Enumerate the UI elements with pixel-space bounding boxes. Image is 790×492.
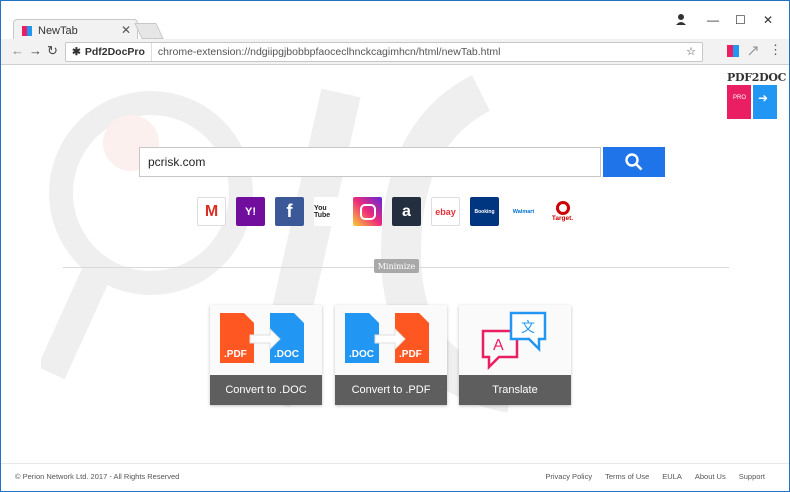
pdf2doc-extension-icon[interactable]: [727, 45, 739, 57]
footer: © Perion Network Ltd. 2017 - All Rights …: [1, 463, 789, 491]
tab-newtab[interactable]: NewTab ✕: [13, 19, 138, 41]
pdf2doc-logo[interactable]: PDF2DOC PRO ➜: [727, 71, 787, 119]
puzzle-icon: ✱: [72, 46, 81, 58]
reload-icon[interactable]: ↻: [47, 43, 58, 59]
extension-chip: ✱ Pdf2DocPro: [66, 43, 152, 61]
search-input[interactable]: pcrisk.com: [139, 147, 601, 177]
gmail-icon[interactable]: M: [197, 197, 226, 226]
tab-close-icon[interactable]: ✕: [121, 23, 131, 37]
close-window-icon[interactable]: ✕: [763, 13, 773, 27]
logo-blue-block: ➜: [753, 85, 777, 119]
copyright-text: © Perion Network Ltd. 2017 - All Rights …: [15, 472, 180, 481]
search-button[interactable]: [603, 147, 665, 177]
instagram-icon[interactable]: [353, 197, 382, 226]
youtube-icon[interactable]: You Tube: [314, 197, 343, 226]
target-label: Target.: [551, 215, 574, 222]
newtab-content: PDF2DOC PRO ➜ pcrisk.com M Y! f You Tube…: [1, 65, 789, 463]
tile-1-to: .DOC: [274, 349, 299, 360]
tile-2-label: Convert to .PDF: [335, 375, 447, 405]
url-text: chrome-extension://ndgiipgjbobbpfaoceclh…: [157, 46, 501, 58]
footer-link-support[interactable]: Support: [739, 472, 765, 481]
tile-convert-to-pdf[interactable]: .DOC .PDF Convert to .PDF: [335, 305, 447, 405]
tile-3-label: Translate: [459, 375, 571, 405]
minimize-button[interactable]: Minimize: [374, 259, 419, 273]
logo-badge: PRO: [733, 95, 747, 101]
minimize-window-icon[interactable]: —: [707, 13, 719, 27]
forward-arrow-icon[interactable]: →: [29, 43, 42, 58]
profile-icon[interactable]: [675, 13, 687, 25]
title-bar: NewTab ✕ — ☐ ✕: [1, 1, 789, 41]
maximize-window-icon[interactable]: ☐: [735, 13, 746, 27]
tile-1-label: Convert to .DOC: [210, 375, 322, 405]
tile-convert-to-doc[interactable]: .PDF .DOC Convert to .DOC: [210, 305, 322, 405]
tile-translate[interactable]: A 文 Translate: [459, 305, 571, 405]
facebook-icon[interactable]: f: [275, 197, 304, 226]
amazon-icon[interactable]: a: [392, 197, 421, 226]
tab-title: NewTab: [38, 24, 78, 37]
yahoo-icon[interactable]: Y!: [236, 197, 265, 226]
address-bar[interactable]: ✱ Pdf2DocPro chrome-extension://ndgiipgj…: [65, 42, 703, 62]
doc-to-pdf-icon: [345, 313, 429, 363]
browser-toolbar: ← → ↻ ✱ Pdf2DocPro chrome-extension://nd…: [1, 39, 789, 65]
menu-kebab-icon[interactable]: ⋮: [769, 42, 782, 58]
tile-1-from: .PDF: [224, 349, 247, 360]
pdf2doc-favicon-icon: [22, 25, 32, 36]
bookmark-star-icon[interactable]: ☆: [686, 45, 696, 58]
extension-label: Pdf2DocPro: [84, 46, 145, 58]
logo-pink-block: PRO: [727, 85, 751, 119]
logo-arrow-icon: ➜: [758, 91, 769, 105]
footer-links: Privacy Policy Terms of Use EULA About U…: [545, 472, 765, 481]
pdf-to-doc-icon: [220, 313, 304, 363]
booking-icon[interactable]: Booking: [470, 197, 499, 226]
browser-window: NewTab ✕ — ☐ ✕ ← → ↻ ✱ Pdf2DocPro chrome…: [0, 0, 790, 492]
target-glyph: [555, 201, 570, 215]
new-tab-button[interactable]: [134, 23, 164, 39]
tile-2-from: .DOC: [349, 349, 374, 360]
search-icon: [625, 153, 643, 171]
footer-link-about[interactable]: About Us: [695, 472, 726, 481]
logo-mark: PRO ➜: [727, 85, 777, 119]
instagram-glyph: [359, 203, 376, 220]
search-value: pcrisk.com: [148, 155, 206, 169]
tile-3-from: A: [493, 337, 504, 354]
walmart-icon[interactable]: Walmart: [509, 197, 538, 226]
footer-link-terms[interactable]: Terms of Use: [605, 472, 649, 481]
youtube-label: You Tube: [314, 204, 331, 219]
quick-links: M Y! f You Tube a ebay Booking Walmart T…: [197, 197, 577, 227]
ebay-icon[interactable]: ebay: [431, 197, 460, 226]
extension-2-icon[interactable]: [747, 45, 759, 57]
tile-3-to: 文: [521, 319, 535, 335]
logo-text: PDF2DOC: [727, 71, 787, 84]
tile-2-to: .PDF: [399, 349, 422, 360]
target-icon[interactable]: Target.: [548, 197, 577, 226]
footer-link-privacy[interactable]: Privacy Policy: [545, 472, 592, 481]
translate-icon: [481, 311, 547, 371]
back-arrow-icon[interactable]: ←: [11, 43, 24, 58]
footer-link-eula[interactable]: EULA: [662, 472, 682, 481]
